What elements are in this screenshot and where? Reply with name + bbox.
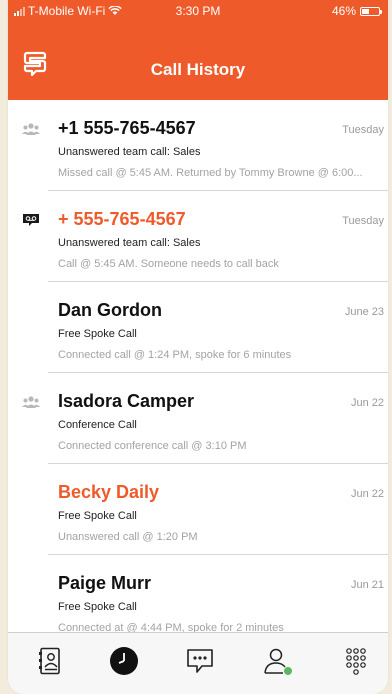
call-history-row[interactable]: Dan Gordon June 23 Free Spoke Call Connecte… bbox=[48, 282, 388, 373]
call-type: Unanswered team call: Sales bbox=[58, 146, 201, 158]
caller-name: Dan Gordon bbox=[58, 300, 162, 320]
call-history-icon bbox=[110, 647, 138, 675]
messages-icon bbox=[187, 649, 213, 673]
call-history-row[interactable]: + 555-765-4567 Tuesday Unanswered team cal… bbox=[23, 191, 388, 282]
caller-name: Paige Murr bbox=[58, 573, 152, 593]
call-detail: Connected at @ 4:44 PM, spoke for 2 minu… bbox=[58, 622, 284, 632]
team-icon bbox=[22, 122, 40, 136]
tab-dialpad[interactable] bbox=[336, 641, 376, 681]
call-type: Free Spoke Call bbox=[58, 510, 137, 522]
app-header: Call History bbox=[8, 22, 388, 100]
call-date: Jun 21 bbox=[350, 579, 384, 591]
call-detail: Unanswered call @ 1:20 PM bbox=[58, 531, 198, 543]
call-date: Tuesday bbox=[342, 215, 384, 227]
call-detail: Call @ 5:45 AM. Someone needs to call ba… bbox=[58, 258, 279, 270]
battery-status: 46% bbox=[331, 4, 382, 18]
caller-name: +1 555-765-4567 bbox=[58, 118, 196, 138]
call-detail: Connected call @ 1:24 PM, spoke for 6 mi… bbox=[58, 349, 292, 361]
call-history-row[interactable]: +1 555-765-4567 Tuesday Unanswered team ca… bbox=[22, 100, 388, 191]
caller-name: Isadora Camper bbox=[58, 391, 195, 411]
tab-profile[interactable] bbox=[258, 641, 298, 681]
tab-bar bbox=[8, 632, 388, 694]
call-type: Free Spoke Call bbox=[58, 328, 137, 340]
call-date: Tuesday bbox=[342, 124, 384, 136]
dialpad-icon bbox=[346, 648, 366, 675]
call-type: Conference Call bbox=[58, 419, 137, 431]
caller-name: + 555-765-4567 bbox=[58, 209, 186, 229]
call-history-row[interactable]: Becky Daily Jun 22 Free Spoke Call Unanswer… bbox=[48, 464, 388, 555]
tab-messages[interactable] bbox=[180, 641, 220, 681]
team-icon bbox=[22, 395, 40, 409]
call-history-row[interactable]: Isadora Camper Jun 22 Conference Call Conne… bbox=[22, 373, 388, 464]
call-type: Free Spoke Call bbox=[58, 601, 137, 613]
call-detail: Missed call @ 5:45 AM. Returned by Tommy… bbox=[58, 167, 363, 179]
contacts-icon bbox=[39, 647, 60, 675]
call-type: Unanswered team call: Sales bbox=[58, 237, 201, 249]
caller-name: Becky Daily bbox=[58, 482, 160, 502]
battery-percentage: 46% bbox=[331, 4, 356, 18]
call-history-row[interactable]: Paige Murr Jun 21 Free Spoke Call Connected… bbox=[48, 555, 388, 632]
page-title: Call History bbox=[150, 60, 246, 79]
call-date: June 23 bbox=[344, 306, 384, 318]
call-detail: Connected conference call @ 3:10 PM bbox=[58, 440, 247, 452]
tab-call-history[interactable] bbox=[104, 641, 144, 681]
phone-screen: T-Mobile Wi-Fi 3:30 PM 46% Call History … bbox=[8, 0, 388, 694]
profile-status-icon bbox=[264, 648, 292, 675]
status-bar: T-Mobile Wi-Fi 3:30 PM 46% bbox=[8, 0, 388, 22]
call-date: Jun 22 bbox=[350, 397, 384, 409]
call-date: Jun 22 bbox=[350, 488, 384, 500]
tab-contacts[interactable] bbox=[30, 641, 70, 681]
battery-icon bbox=[360, 6, 382, 16]
voicemail-icon bbox=[22, 213, 40, 227]
call-history-list: +1 555-765-4567 Tuesday Unanswered team ca… bbox=[8, 100, 388, 632]
